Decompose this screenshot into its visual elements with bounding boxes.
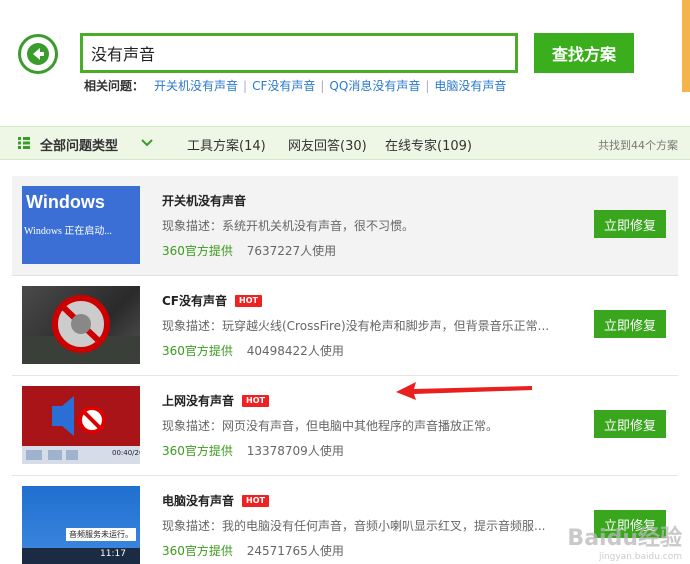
hot-badge: HOT [242,494,269,507]
item-meta: 360官方提供 13378709人使用 [162,442,344,459]
search-button[interactable]: 查找方案 [534,33,634,73]
related-link-qq-sound[interactable]: QQ消息没有声音 [329,77,420,94]
item-description: 现象描述：我的电脑没有任何声音，音频小喇叭显示红叉，提示音频服... [162,519,546,533]
all-types-dropdown[interactable]: 全部问题类型 [40,135,118,154]
side-tab[interactable] [682,0,690,92]
web-video-thumbnail: 00:40/264 [22,386,140,464]
list-item: Windows Windows 正在启动... 开关机没有声音 现象描述：系统开… [12,176,678,276]
chevron-down-icon[interactable] [140,136,154,150]
tab-online-experts[interactable]: 在线专家(109) [385,135,472,154]
search-input-box[interactable] [80,33,518,73]
list-item: 00:40/264 上网没有声音HOT 现象描述：网页没有声音，但电脑中其他程序… [12,376,678,476]
list-item: CF没有声音 HOT 现象描述：玩穿越火线(CrossFire)没有枪声和脚步声，… [12,276,678,376]
result-count: 共找到44个方案 [598,139,678,152]
item-usage: 13378709人使用 [246,444,344,458]
desktop-thumbnail: 音频服务未运行。 11:17 [22,486,140,564]
cf-game-thumbnail [22,286,140,364]
item-meta: 360官方提供 7637227人使用 [162,242,336,259]
related-link-cf-sound[interactable]: CF没有声音 [252,77,315,94]
search-input[interactable] [83,36,515,70]
hot-badge: HOT [242,394,269,407]
item-description: 现象描述：网页没有声音，但电脑中其他程序的声音播放正常。 [162,419,499,433]
item-title[interactable]: CF没有声音 HOT [162,292,262,309]
tab-user-answers[interactable]: 网友回答(30) [288,135,367,154]
filter-bar: 全部问题类型 工具方案(14) 网友回答(30) 在线专家(109) 共找到44… [0,126,690,160]
related-label: 相关问题： [84,79,145,93]
item-source: 360官方提供 [162,244,233,258]
item-title[interactable]: 上网没有声音 HOT [162,392,269,409]
fix-now-button[interactable]: 立即修复 [594,310,666,338]
item-meta: 360官方提供 40498422人使用 [162,342,344,359]
back-arrow-icon [27,43,49,65]
item-source: 360官方提供 [162,444,233,458]
back-button[interactable] [18,34,58,74]
item-title[interactable]: 开关机没有声音 [162,192,246,209]
fix-now-button[interactable]: 立即修复 [594,410,666,438]
annotation-arrow-icon [396,382,532,400]
no-sound-icon [22,295,140,364]
list-icon [18,137,30,149]
related-link-pc-sound[interactable]: 电脑没有声音 [434,77,506,94]
item-source: 360官方提供 [162,344,233,358]
item-source: 360官方提供 [162,544,233,558]
related-link-boot-sound[interactable]: 开关机没有声音 [154,77,238,94]
item-usage: 40498422人使用 [246,344,344,358]
hot-badge: HOT [235,294,262,307]
tab-tool-solutions[interactable]: 工具方案(14) [187,135,266,154]
item-title[interactable]: 电脑没有声音 HOT [162,492,269,509]
item-usage: 24571765人使用 [246,544,344,558]
fix-now-button[interactable]: 立即修复 [594,210,666,238]
baidu-watermark: Baidu经验 jingyan.baidu.com [567,526,682,562]
windows-boot-thumbnail: Windows Windows 正在启动... [22,186,140,264]
related-questions: 相关问题： 开关机没有声音 | CF没有声音 | QQ消息没有声音 | 电脑没有… [84,77,507,94]
item-description: 现象描述：系统开机关机没有声音，很不习惯。 [162,219,415,233]
result-list: Windows Windows 正在启动... 开关机没有声音 现象描述：系统开… [12,176,678,564]
item-meta: 360官方提供 24571765人使用 [162,542,344,559]
item-description: 现象描述：玩穿越火线(CrossFire)没有枪声和脚步声，但背景音乐正常... [162,319,550,333]
item-usage: 7637227人使用 [246,244,337,258]
